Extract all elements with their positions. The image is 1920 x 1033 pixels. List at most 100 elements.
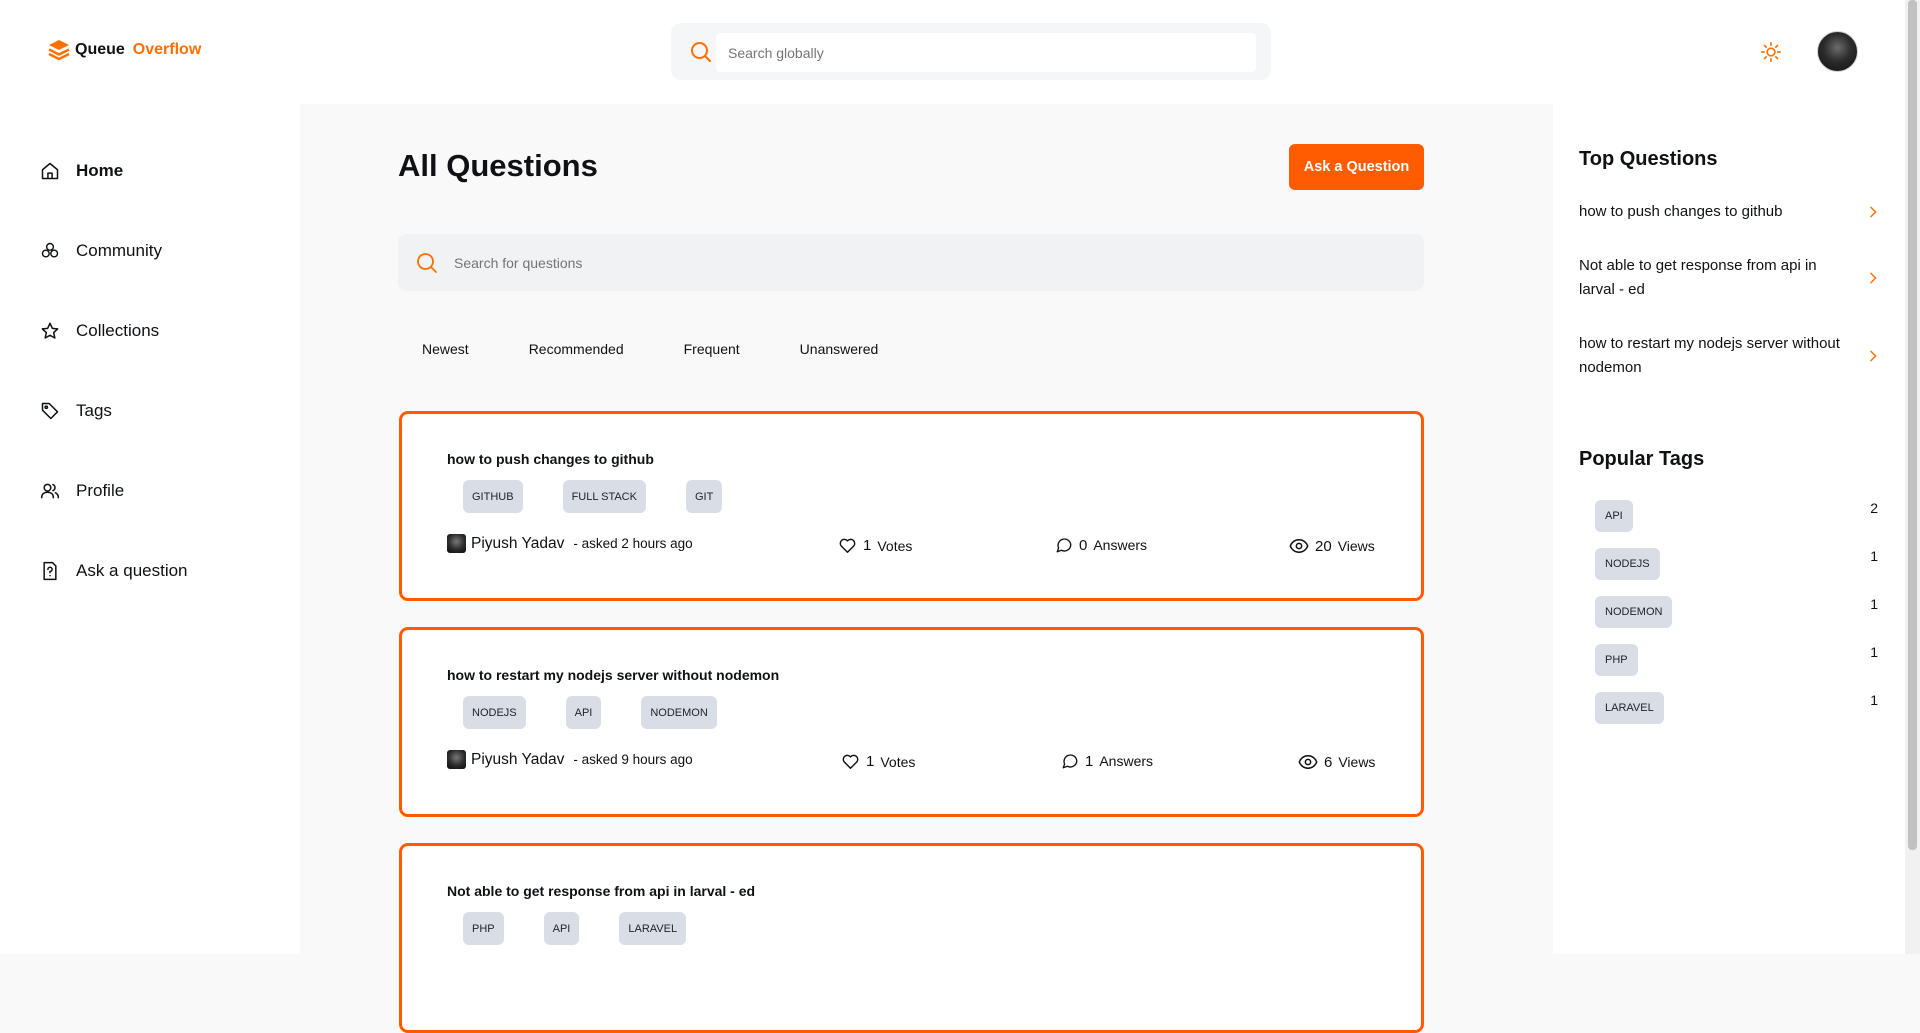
question-card[interactable]: how to push changes to github GITHUB FUL… xyxy=(399,411,1424,601)
sidebar-item-tags[interactable]: Tags xyxy=(40,401,112,421)
brand-name-accent: Overflow xyxy=(132,41,202,58)
question-tags: NODEJS API NODEMON xyxy=(463,696,717,729)
popular-tag-row: API 2 xyxy=(1595,500,1889,532)
page-title: All Questions xyxy=(398,148,598,183)
author-avatar xyxy=(447,750,466,769)
community-icon xyxy=(41,242,59,258)
views-count: 6 xyxy=(1324,753,1333,771)
popular-tag-chip[interactable]: LARAVEL xyxy=(1595,692,1664,724)
sidebar-label: Collections xyxy=(76,321,160,340)
top-questions-title: Top Questions xyxy=(1579,148,1718,170)
question-author[interactable]: Piyush Yadav - asked 9 hours ago xyxy=(447,750,693,769)
votes-label: Votes xyxy=(877,537,913,554)
question-tags: PHP API LARAVEL xyxy=(463,912,687,945)
answers-label: Answers xyxy=(1099,753,1154,769)
question-title[interactable]: how to restart my nodejs server without … xyxy=(447,667,779,683)
popular-tag-chip[interactable]: PHP xyxy=(1595,644,1638,676)
tag-chip[interactable]: PHP xyxy=(463,912,504,945)
popular-tag-count: 1 xyxy=(1870,644,1878,660)
question-title[interactable]: how to push changes to github xyxy=(447,451,654,467)
popular-tag-count: 1 xyxy=(1870,692,1878,708)
views-stat: 20 Views xyxy=(1289,536,1375,556)
sidebar-label: Community xyxy=(76,241,162,260)
ask-question-button[interactable]: Ask a Question xyxy=(1289,144,1424,190)
chevron-right-icon xyxy=(1870,272,1877,284)
heart-icon xyxy=(842,754,859,769)
user-avatar[interactable] xyxy=(1817,31,1858,72)
popular-tag-chip[interactable]: API xyxy=(1595,500,1633,532)
views-stat: 6 Views xyxy=(1298,752,1375,772)
sun-icon[interactable] xyxy=(1760,41,1782,63)
tag-chip[interactable]: GIT xyxy=(685,480,723,513)
answers-stat: 1 Answers xyxy=(1061,752,1153,770)
sidebar-label: Profile xyxy=(76,481,125,500)
message-circle-icon xyxy=(1062,754,1078,769)
search-icon xyxy=(691,42,711,62)
star-icon xyxy=(41,322,59,339)
tag-chip[interactable]: GITHUB xyxy=(463,480,523,513)
question-card[interactable]: Not able to get response from api in lar… xyxy=(399,843,1424,1033)
views-count: 20 xyxy=(1315,537,1332,555)
tag-chip[interactable]: API xyxy=(543,912,580,945)
filter-frequent[interactable]: Frequent xyxy=(660,329,764,369)
top-navbar: Queue Overflow xyxy=(0,0,1905,104)
question-title[interactable]: Not able to get response from api in lar… xyxy=(447,883,755,899)
heart-icon xyxy=(839,538,856,553)
filter-tabs: Newest Recommended Frequent Unanswered xyxy=(398,329,914,369)
votes-count: 1 xyxy=(863,537,872,554)
asked-time: - asked 2 hours ago xyxy=(573,536,693,551)
right-sidebar: Top Questions how to push changes to git… xyxy=(1553,104,1905,954)
tag-icon xyxy=(41,402,59,420)
tag-chip[interactable]: API xyxy=(565,696,602,729)
sidebar-item-home[interactable]: Home xyxy=(40,161,123,181)
user-icon xyxy=(40,483,60,499)
filter-unanswered[interactable]: Unanswered xyxy=(776,329,903,369)
question-search xyxy=(398,234,1424,291)
popular-tag-count: 2 xyxy=(1870,500,1878,516)
views-label: Views xyxy=(1337,538,1375,554)
sidebar-item-community[interactable]: Community xyxy=(40,241,162,261)
page-scrollbar-thumb[interactable] xyxy=(1908,0,1917,850)
answers-count: 0 xyxy=(1079,536,1088,554)
views-label: Views xyxy=(1338,754,1376,770)
global-search-input[interactable] xyxy=(716,33,1256,72)
question-meta: Piyush Yadav - asked 2 hours ago 1 Votes… xyxy=(447,534,1381,558)
filter-newest[interactable]: Newest xyxy=(398,329,493,369)
author-name: Piyush Yadav xyxy=(471,750,565,768)
popular-tag-chip[interactable]: NODEJS xyxy=(1595,548,1660,580)
search-icon xyxy=(417,253,437,273)
sidebar-item-collections[interactable]: Collections xyxy=(40,321,159,341)
question-search-input[interactable] xyxy=(454,252,1354,274)
top-question-text: Not able to get response from api in lar… xyxy=(1579,257,1817,298)
sidebar-item-ask-question[interactable]: Ask a question xyxy=(40,561,188,581)
question-card[interactable]: how to restart my nodejs server without … xyxy=(399,627,1424,817)
votes-count: 1 xyxy=(866,753,875,770)
sidebar-label: Home xyxy=(76,161,124,180)
eye-icon xyxy=(1298,754,1318,770)
left-sidebar: Home Community Collections Tags Profile … xyxy=(0,104,300,954)
popular-tag-row: LARAVEL 1 xyxy=(1595,692,1889,724)
top-question-text: how to push changes to github xyxy=(1579,203,1783,220)
sidebar-item-profile[interactable]: Profile xyxy=(40,481,124,501)
chevron-right-icon xyxy=(1870,206,1877,218)
sidebar-label: Ask a question xyxy=(76,561,188,580)
global-search xyxy=(671,23,1271,80)
popular-tag-chip[interactable]: NODEMON xyxy=(1595,596,1673,628)
tag-chip[interactable]: LARAVEL xyxy=(619,912,687,945)
logo[interactable]: Queue Overflow xyxy=(47,38,201,62)
popular-tag-row: PHP 1 xyxy=(1595,644,1889,676)
author-avatar xyxy=(447,534,466,553)
message-circle-icon xyxy=(1056,538,1072,553)
top-question-item[interactable]: how to push changes to github xyxy=(1579,200,1889,224)
question-author[interactable]: Piyush Yadav - asked 2 hours ago xyxy=(447,534,693,553)
top-question-item[interactable]: Not able to get response from api in lar… xyxy=(1579,254,1889,302)
tag-chip[interactable]: NODEJS xyxy=(463,696,526,729)
tag-chip[interactable]: NODEMON xyxy=(641,696,717,729)
popular-tag-count: 1 xyxy=(1870,548,1878,564)
popular-tags-title: Popular Tags xyxy=(1579,448,1705,470)
sidebar-label: Tags xyxy=(76,401,112,420)
filter-recommended[interactable]: Recommended xyxy=(505,329,648,369)
top-question-item[interactable]: how to restart my nodejs server without … xyxy=(1579,332,1889,380)
answers-count: 1 xyxy=(1085,752,1094,770)
tag-chip[interactable]: FULL STACK xyxy=(562,480,646,513)
